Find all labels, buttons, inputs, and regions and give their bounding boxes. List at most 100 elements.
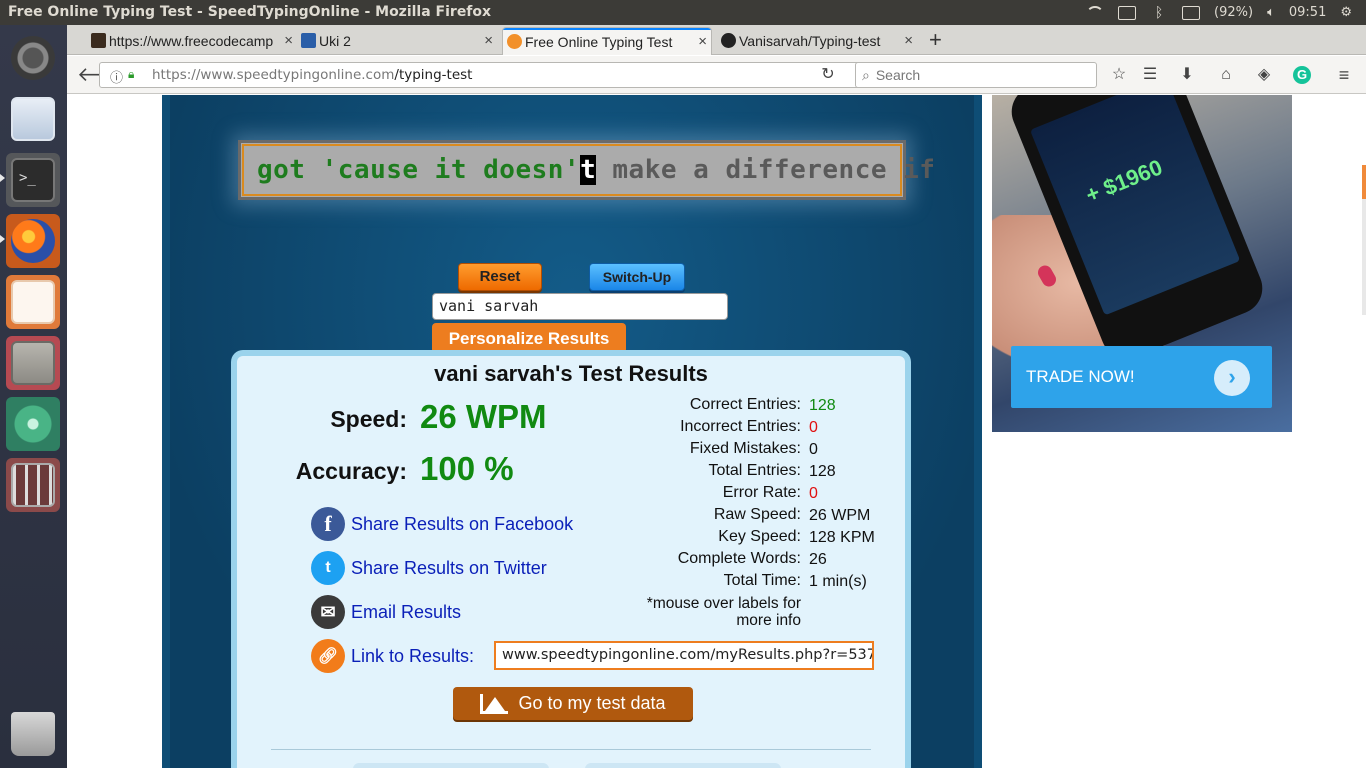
results-link-field[interactable]: www.speedtypingonline.com/myResults.php?…	[494, 641, 874, 670]
email-results-link[interactable]: ✉ Email Results	[311, 595, 461, 629]
name-input[interactable]: vani sarvah	[432, 293, 728, 320]
launcher-trash[interactable]	[6, 707, 60, 761]
grammarly-icon[interactable]: G	[1293, 66, 1311, 84]
launcher-dash-button[interactable]	[6, 31, 60, 85]
back-arrow-icon[interactable]: 🡐	[77, 65, 131, 85]
tab-uki2[interactable]: Uki 2 ×	[297, 27, 497, 55]
unity-launcher: >_	[0, 25, 67, 768]
launcher-firefox[interactable]	[6, 214, 60, 268]
stat-label-complete-words[interactable]: Complete Words:	[627, 550, 801, 568]
lower-tab-left[interactable]	[353, 763, 549, 768]
launcher-impress[interactable]	[6, 275, 60, 329]
keyboard-icon[interactable]	[1118, 5, 1137, 20]
reset-button[interactable]: Reset	[458, 263, 542, 291]
reload-icon[interactable]: ↻	[819, 66, 837, 84]
home-icon[interactable]: ⌂	[1217, 66, 1235, 84]
battery-percent[interactable]: (92%)	[1214, 5, 1253, 20]
stat-value-fixed: 0	[809, 441, 818, 458]
file-cabinet-icon	[11, 341, 55, 385]
switch-up-button[interactable]: Switch-Up	[589, 263, 685, 291]
accuracy-label[interactable]: Accuracy:	[237, 458, 407, 485]
mouseover-note-line2: more info	[736, 612, 801, 629]
presentation-icon	[11, 280, 55, 324]
accuracy-value: 100 %	[420, 450, 514, 487]
typed-text: got 'cause it doesn'	[257, 155, 581, 185]
close-tab-icon[interactable]: ×	[484, 32, 493, 49]
stat-value-incorrect: 0	[809, 419, 818, 436]
typing-text-display[interactable]: got 'cause it doesn' t make a difference …	[238, 140, 935, 200]
launcher-atom[interactable]	[6, 397, 60, 451]
lock-icon: 🔒︎	[128, 67, 135, 81]
launcher-image-viewer[interactable]	[6, 92, 60, 146]
battery-icon[interactable]	[1182, 5, 1201, 20]
go-to-test-data-button[interactable]: Go to my test data	[453, 687, 693, 720]
bluetooth-icon[interactable]: ᛒ	[1150, 6, 1168, 20]
stat-label-total-time[interactable]: Total Time:	[627, 572, 801, 590]
stat-label-correct[interactable]: Correct Entries:	[627, 396, 801, 414]
stat-value-correct: 128	[809, 397, 836, 414]
trading-advertisement[interactable]: + $1960 TRADE NOW! ›	[992, 95, 1292, 432]
launcher-running-indicator	[0, 235, 5, 243]
stat-label-incorrect[interactable]: Incorrect Entries:	[627, 418, 801, 436]
tab-github[interactable]: Vanisarvah/Typing-test ×	[717, 27, 917, 55]
lower-tab-right[interactable]	[585, 763, 781, 768]
volume-icon[interactable]: 🔈︎	[1267, 5, 1275, 20]
results-card: vani sarvah's Test Results Speed: 26 WPM…	[231, 350, 911, 768]
page-viewport: got 'cause it doesn' t make a difference …	[67, 95, 1366, 768]
speed-label[interactable]: Speed:	[237, 406, 407, 433]
wifi-icon[interactable]	[1086, 5, 1105, 20]
link-to-results-label[interactable]: 🔗︎ Link to Results:	[311, 639, 474, 673]
window-title: Free Online Typing Test - SpeedTypingOnl…	[8, 4, 492, 20]
info-icon[interactable]: ⓘ	[110, 67, 123, 86]
remaining-text: make a difference if	[596, 155, 936, 185]
share-facebook-link[interactable]: f Share Results on Facebook	[311, 507, 573, 541]
image-viewer-icon	[11, 97, 55, 141]
browser-tab-bar: https://www.freecodecamp × Uki 2 × Free …	[67, 25, 1366, 55]
system-top-bar: Free Online Typing Test - SpeedTypingOnl…	[0, 0, 1366, 25]
url-bar[interactable]: ⓘ 🔒︎ https://www.speedtypingonline.com/t…	[99, 62, 917, 88]
share-twitter-link[interactable]: t Share Results on Twitter	[311, 551, 547, 585]
tab-freecodecamp[interactable]: https://www.freecodecamp ×	[87, 27, 297, 55]
facebook-icon: f	[311, 507, 345, 541]
search-input[interactable]: ⌕ Search	[855, 62, 1097, 88]
search-icon: ⌕	[862, 66, 870, 83]
stat-label-total[interactable]: Total Entries:	[627, 462, 801, 480]
page-scroll-marker[interactable]	[1362, 165, 1366, 315]
chart-area-icon	[480, 693, 509, 714]
launcher-mixer[interactable]	[6, 458, 60, 512]
uki-favicon-icon	[301, 33, 316, 48]
stat-label-error-rate[interactable]: Error Rate:	[627, 484, 801, 502]
stat-value-total: 128	[809, 463, 836, 480]
atom-icon	[11, 402, 55, 446]
menu-hamburger-icon[interactable]: ≡	[1335, 66, 1353, 84]
stat-value-complete-words: 26	[809, 551, 827, 568]
close-tab-icon[interactable]: ×	[698, 33, 707, 50]
stat-label-key-speed[interactable]: Key Speed:	[627, 528, 801, 546]
launcher-terminal[interactable]: >_	[6, 153, 60, 207]
tab-typing-test[interactable]: Free Online Typing Test ×	[502, 27, 712, 55]
speedtyping-favicon-icon	[507, 34, 522, 49]
settings-gear-icon[interactable]: ⚙︎	[1340, 5, 1352, 20]
typing-test-panel: got 'cause it doesn' t make a difference …	[162, 95, 982, 768]
downloads-icon[interactable]: ⬇	[1178, 66, 1196, 84]
stat-value-total-time: 1 min(s)	[809, 573, 867, 590]
clock[interactable]: 09:51	[1289, 5, 1326, 20]
stat-label-fixed[interactable]: Fixed Mistakes:	[627, 440, 801, 458]
new-tab-button[interactable]: +	[929, 27, 942, 53]
stat-label-raw-speed[interactable]: Raw Speed:	[627, 506, 801, 524]
freecodecamp-favicon-icon	[91, 33, 106, 48]
trash-icon	[11, 712, 55, 756]
firefox-icon	[11, 219, 55, 263]
close-tab-icon[interactable]: ×	[904, 32, 913, 49]
speed-value: 26 WPM	[420, 398, 547, 435]
bookmark-star-icon[interactable]: ☆	[1110, 66, 1128, 84]
stat-value-key-speed: 128 KPM	[809, 529, 875, 546]
launcher-files[interactable]	[6, 336, 60, 390]
arrow-right-icon: ›	[1214, 360, 1250, 396]
pocket-icon[interactable]: ◈	[1255, 66, 1273, 84]
close-tab-icon[interactable]: ×	[284, 32, 293, 49]
twitter-icon: t	[311, 551, 345, 585]
trade-now-button[interactable]: TRADE NOW! ›	[1011, 346, 1272, 408]
cursor-char: t	[580, 155, 597, 185]
reading-list-icon[interactable]: ☰	[1141, 66, 1159, 84]
